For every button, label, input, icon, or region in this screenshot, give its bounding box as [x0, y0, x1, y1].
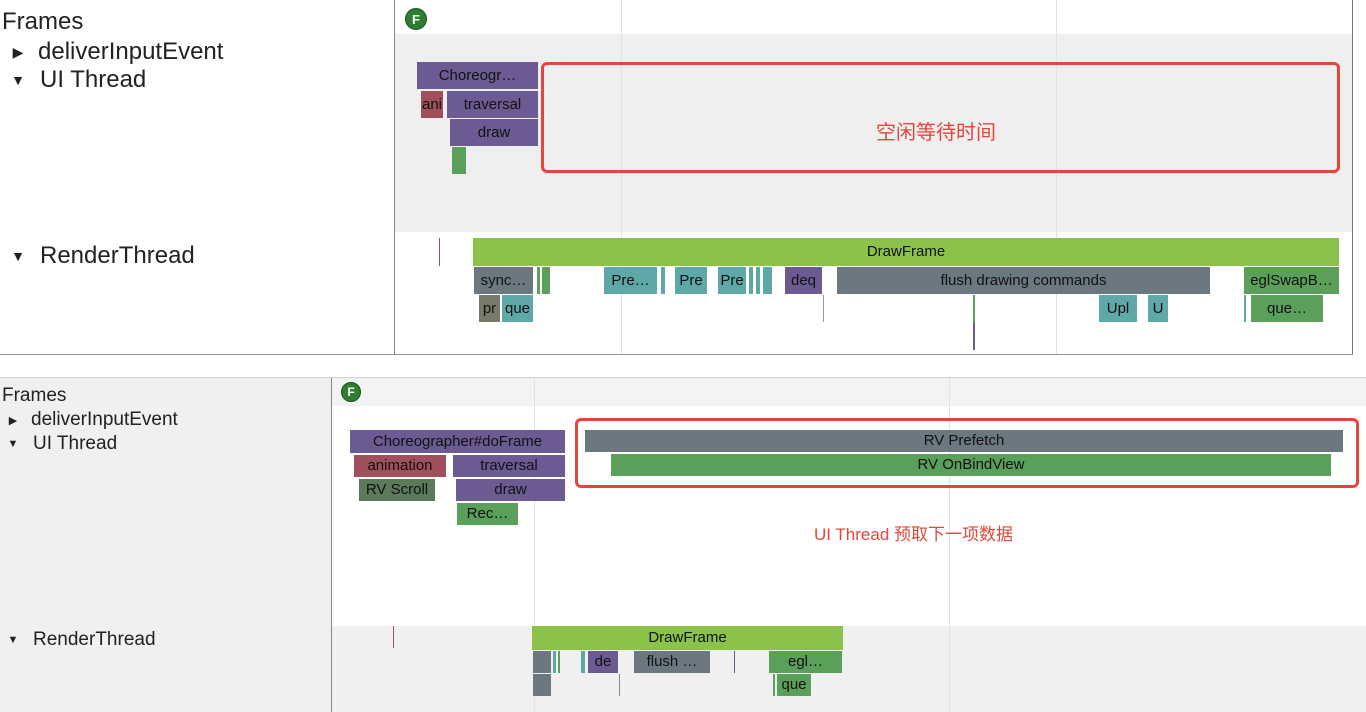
slice-thin-marker [439, 238, 440, 266]
slice-thin-marker [619, 674, 620, 696]
slice-flush-drawing-commands[interactable]: flush drawing commands [837, 267, 1210, 294]
slice-thin-marker [973, 295, 975, 322]
slice-egl-swap[interactable]: egl… [769, 651, 842, 673]
frame-f-icon[interactable]: F [341, 382, 361, 402]
slice-draw[interactable]: draw [450, 119, 538, 146]
frame-f-icon[interactable]: F [405, 8, 427, 30]
slice-drawframe[interactable]: DrawFrame [473, 238, 1339, 266]
slice-animation[interactable]: ani [421, 91, 443, 118]
track-label: Frames [2, 385, 67, 406]
slice-queue[interactable]: que [502, 295, 533, 322]
track-label: deliverInputEvent [38, 38, 224, 65]
slice-small-green[interactable] [537, 267, 540, 294]
slice-small-gray[interactable] [533, 674, 551, 696]
slice-choreographer[interactable]: Choreogr… [417, 62, 538, 89]
slice-small-green[interactable] [542, 267, 550, 294]
slice-flush[interactable]: flush … [634, 651, 710, 673]
track-sidebar: Frames ▶ deliverInputEvent ▼ UI Thread ▼… [0, 378, 332, 712]
slice-small-teal[interactable] [756, 267, 760, 294]
slice-animation[interactable]: animation [354, 455, 446, 477]
slice-thin-marker [973, 322, 975, 350]
track-ui-thread[interactable]: ▼ UI Thread [0, 66, 146, 94]
track-label: deliverInputEvent [31, 409, 178, 430]
time-gridline [621, 0, 622, 354]
slice-pr[interactable]: pr [479, 295, 500, 322]
track-render-thread[interactable]: ▼ RenderThread [0, 242, 195, 270]
timeline-area[interactable]: F Choreogr… ani traversal draw 空闲等待时间 Dr… [395, 0, 1352, 354]
prefetch-annotation-text: UI Thread 预取下一项数据 [814, 525, 1014, 544]
slice-egl-swap-buffers[interactable]: eglSwapB… [1244, 267, 1339, 294]
slice-dequeue[interactable]: deq [785, 267, 822, 294]
slice-record[interactable]: Rec… [457, 503, 518, 525]
slice-upload[interactable]: Upl [1099, 295, 1137, 322]
slice-rv-scroll[interactable]: RV Scroll [359, 479, 435, 501]
track-label: RenderThread [33, 629, 156, 650]
slice-upload-short[interactable]: U [1148, 295, 1168, 322]
track-frames: Frames [0, 8, 83, 36]
slice-queue-buffer[interactable]: que… [1251, 295, 1323, 322]
triangle-right-icon[interactable]: ▶ [8, 44, 28, 61]
slice-prepare[interactable]: Pre [718, 267, 746, 294]
triangle-down-icon[interactable]: ▼ [8, 248, 28, 264]
track-sidebar: Frames ▶ deliverInputEvent ▼ UI Thread ▼… [0, 0, 395, 354]
slice-small-green[interactable] [452, 147, 466, 174]
slice-thin-marker [734, 651, 735, 673]
slice-thin-marker [773, 674, 775, 696]
slice-small-green[interactable] [558, 651, 560, 673]
track-render-thread[interactable]: ▼ RenderThread [0, 628, 156, 652]
slice-thin-marker [393, 626, 394, 648]
slice-drawframe[interactable]: DrawFrame [532, 626, 843, 650]
triangle-down-icon[interactable]: ▼ [8, 72, 28, 88]
slice-prepare[interactable]: Pre… [604, 267, 657, 294]
slice-small-gray[interactable] [533, 651, 551, 673]
slice-small-teal[interactable] [763, 267, 772, 294]
idle-annotation-text: 空闲等待时间 [876, 122, 996, 144]
triangle-right-icon[interactable]: ▶ [3, 414, 23, 427]
track-label: Frames [2, 8, 84, 35]
time-gridline [1056, 0, 1057, 354]
slice-queue[interactable]: que [777, 674, 811, 696]
slice-traversal[interactable]: traversal [447, 91, 538, 118]
prefetch-annotation-box [575, 418, 1359, 488]
top-trace-panel: Frames ▶ deliverInputEvent ▼ UI Thread ▼… [0, 0, 1353, 355]
frames-band [332, 378, 1366, 406]
slice-thin-marker [823, 295, 824, 322]
track-deliver-input-event[interactable]: ▶ deliverInputEvent [0, 408, 178, 432]
panel-separator [0, 355, 1366, 378]
track-ui-thread[interactable]: ▼ UI Thread [0, 432, 118, 456]
slice-thin-marker [1244, 295, 1246, 322]
timeline-area[interactable]: F Choreographer#doFrame animation traver… [332, 378, 1366, 712]
slice-small-teal[interactable] [581, 651, 585, 673]
track-label: RenderThread [40, 242, 195, 269]
slice-sync[interactable]: sync… [474, 267, 533, 294]
track-frames: Frames [0, 384, 66, 408]
slice-small-teal[interactable] [553, 651, 556, 673]
slice-small-teal[interactable] [749, 267, 753, 294]
slice-prepare[interactable]: Pre [675, 267, 707, 294]
slice-draw[interactable]: draw [456, 479, 565, 501]
triangle-down-icon[interactable]: ▼ [3, 634, 23, 646]
render-thread-band [332, 626, 1366, 712]
slice-traversal[interactable]: traversal [453, 455, 565, 477]
triangle-down-icon[interactable]: ▼ [3, 438, 23, 450]
bottom-trace-panel: Frames ▶ deliverInputEvent ▼ UI Thread ▼… [0, 378, 1366, 712]
track-label: UI Thread [40, 66, 147, 93]
slice-small-teal[interactable] [661, 267, 665, 294]
track-deliver-input-event[interactable]: ▶ deliverInputEvent [0, 38, 224, 66]
track-label: UI Thread [33, 433, 118, 454]
slice-dequeue[interactable]: de [588, 651, 618, 673]
slice-choreographer-doframe[interactable]: Choreographer#doFrame [350, 430, 565, 453]
